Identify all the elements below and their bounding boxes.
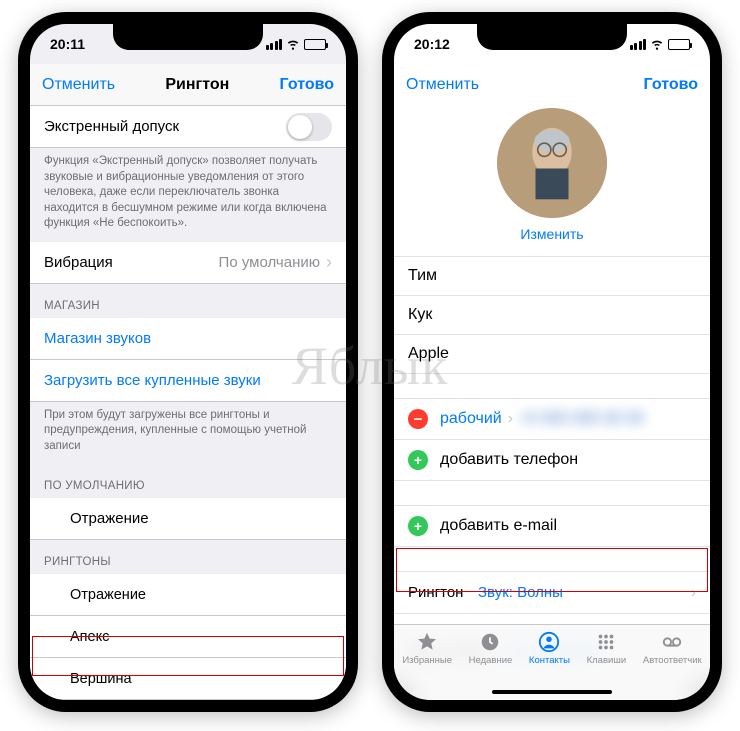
phone-entry-row[interactable]: − рабочий › +0 000 000 00 00 xyxy=(394,398,710,440)
ringtone-row[interactable]: Рингтон Звук: Волны › xyxy=(394,571,710,614)
avatar-person-icon xyxy=(497,108,607,218)
vibration-value: По умолчанию xyxy=(219,254,320,271)
battery-icon xyxy=(668,39,690,50)
default-ringtone-label: Отражение xyxy=(70,510,149,527)
ringtone-label: Отражение xyxy=(70,587,146,603)
tab-bar: Избранные Недавние Контакты Клавиши Авто… xyxy=(394,624,710,700)
phone-number-value[interactable]: +0 000 000 00 00 xyxy=(519,410,644,428)
chevron-right-icon: › xyxy=(326,252,332,273)
phone-frame-left: 20:11 Отменить Рингтон Готово Экстренный… xyxy=(18,12,358,712)
download-purchased-link[interactable]: Загрузить все купленные звуки xyxy=(30,360,346,402)
add-phone-button[interactable]: + xyxy=(408,450,428,470)
avatar[interactable] xyxy=(497,108,607,218)
tab-voicemail[interactable]: Автоответчик xyxy=(643,631,702,700)
remove-phone-button[interactable]: − xyxy=(408,409,428,429)
ringtone-label: Апекс xyxy=(70,629,109,645)
emergency-bypass-row[interactable]: Экстренный допуск xyxy=(30,106,346,148)
wifi-icon xyxy=(650,37,664,51)
ringtone-row[interactable]: Вершина xyxy=(30,658,346,700)
tab-label: Автоответчик xyxy=(643,655,702,666)
notch xyxy=(113,24,263,50)
cellular-signal-icon xyxy=(266,39,283,50)
status-time: 20:11 xyxy=(50,36,85,52)
battery-icon xyxy=(304,39,326,50)
tone-store-link[interactable]: Магазин звуков xyxy=(30,318,346,360)
company-value: Apple xyxy=(408,345,449,363)
chevron-right-icon: › xyxy=(691,584,696,601)
default-ringtone-row[interactable]: Отражение xyxy=(30,498,346,540)
last-name-value: Кук xyxy=(408,306,432,324)
add-phone-row[interactable]: + добавить телефон xyxy=(394,440,710,481)
ringtone-label: Рингтон xyxy=(408,584,478,601)
tab-label: Избранные xyxy=(402,655,452,666)
notch xyxy=(477,24,627,50)
done-button[interactable]: Готово xyxy=(280,76,334,94)
tab-favorites[interactable]: Избранные xyxy=(402,631,452,700)
wifi-icon xyxy=(286,37,300,51)
add-email-label: добавить e-mail xyxy=(440,517,557,535)
edit-photo-link[interactable]: Изменить xyxy=(520,226,583,242)
cellular-signal-icon xyxy=(630,39,647,50)
first-name-value: Тим xyxy=(408,267,437,285)
phone-frame-right: 20:12 Отменить Готово xyxy=(382,12,722,712)
tab-label: Контакты xyxy=(529,655,570,666)
nav-title: Рингтон xyxy=(165,76,229,94)
store-header: МАГАЗИН xyxy=(30,284,346,318)
first-name-field[interactable]: Тим xyxy=(394,256,710,296)
tone-store-label: Магазин звуков xyxy=(44,330,151,347)
ringtone-label: Вершина xyxy=(70,671,132,687)
last-name-field[interactable]: Кук xyxy=(394,296,710,335)
ringtone-value: Звук: Волны xyxy=(478,584,563,601)
star-icon xyxy=(415,631,439,653)
emergency-bypass-label: Экстренный допуск xyxy=(44,118,179,135)
add-email-button[interactable]: + xyxy=(408,516,428,536)
tab-label: Клавиши xyxy=(587,655,627,666)
person-icon xyxy=(537,631,561,653)
ringtones-header: РИНГТОНЫ xyxy=(30,540,346,574)
emergency-bypass-note: Функция «Экстренный допуск» позволяет по… xyxy=(30,148,346,242)
store-note: При этом будут загружены все рингтоны и … xyxy=(30,402,346,465)
tab-label: Недавние xyxy=(469,655,513,666)
home-indicator[interactable] xyxy=(492,690,612,694)
nav-bar: Отменить Готово xyxy=(394,64,710,106)
voicemail-icon xyxy=(660,631,684,653)
emergency-bypass-switch[interactable] xyxy=(286,113,332,141)
keypad-icon xyxy=(594,631,618,653)
vibration-label: Вибрация xyxy=(44,254,113,271)
cancel-button[interactable]: Отменить xyxy=(42,76,115,94)
company-field[interactable]: Apple xyxy=(394,335,710,374)
nav-bar: Отменить Рингтон Готово xyxy=(30,64,346,106)
cancel-button[interactable]: Отменить xyxy=(406,76,479,94)
phone-type-label[interactable]: рабочий xyxy=(440,410,502,428)
chevron-right-icon: › xyxy=(508,410,513,428)
download-purchased-label: Загрузить все купленные звуки xyxy=(44,372,261,389)
vibration-row[interactable]: Вибрация По умолчанию › xyxy=(30,242,346,284)
done-button[interactable]: Готово xyxy=(644,76,698,94)
ringtone-row[interactable]: Отражение xyxy=(30,574,346,616)
add-phone-label: добавить телефон xyxy=(440,451,578,469)
ringtone-row[interactable]: Апекс xyxy=(30,616,346,658)
status-time: 20:12 xyxy=(414,36,450,52)
default-header: ПО УМОЛЧАНИЮ xyxy=(30,464,346,498)
clock-icon xyxy=(478,631,502,653)
add-email-row[interactable]: + добавить e-mail xyxy=(394,505,710,547)
